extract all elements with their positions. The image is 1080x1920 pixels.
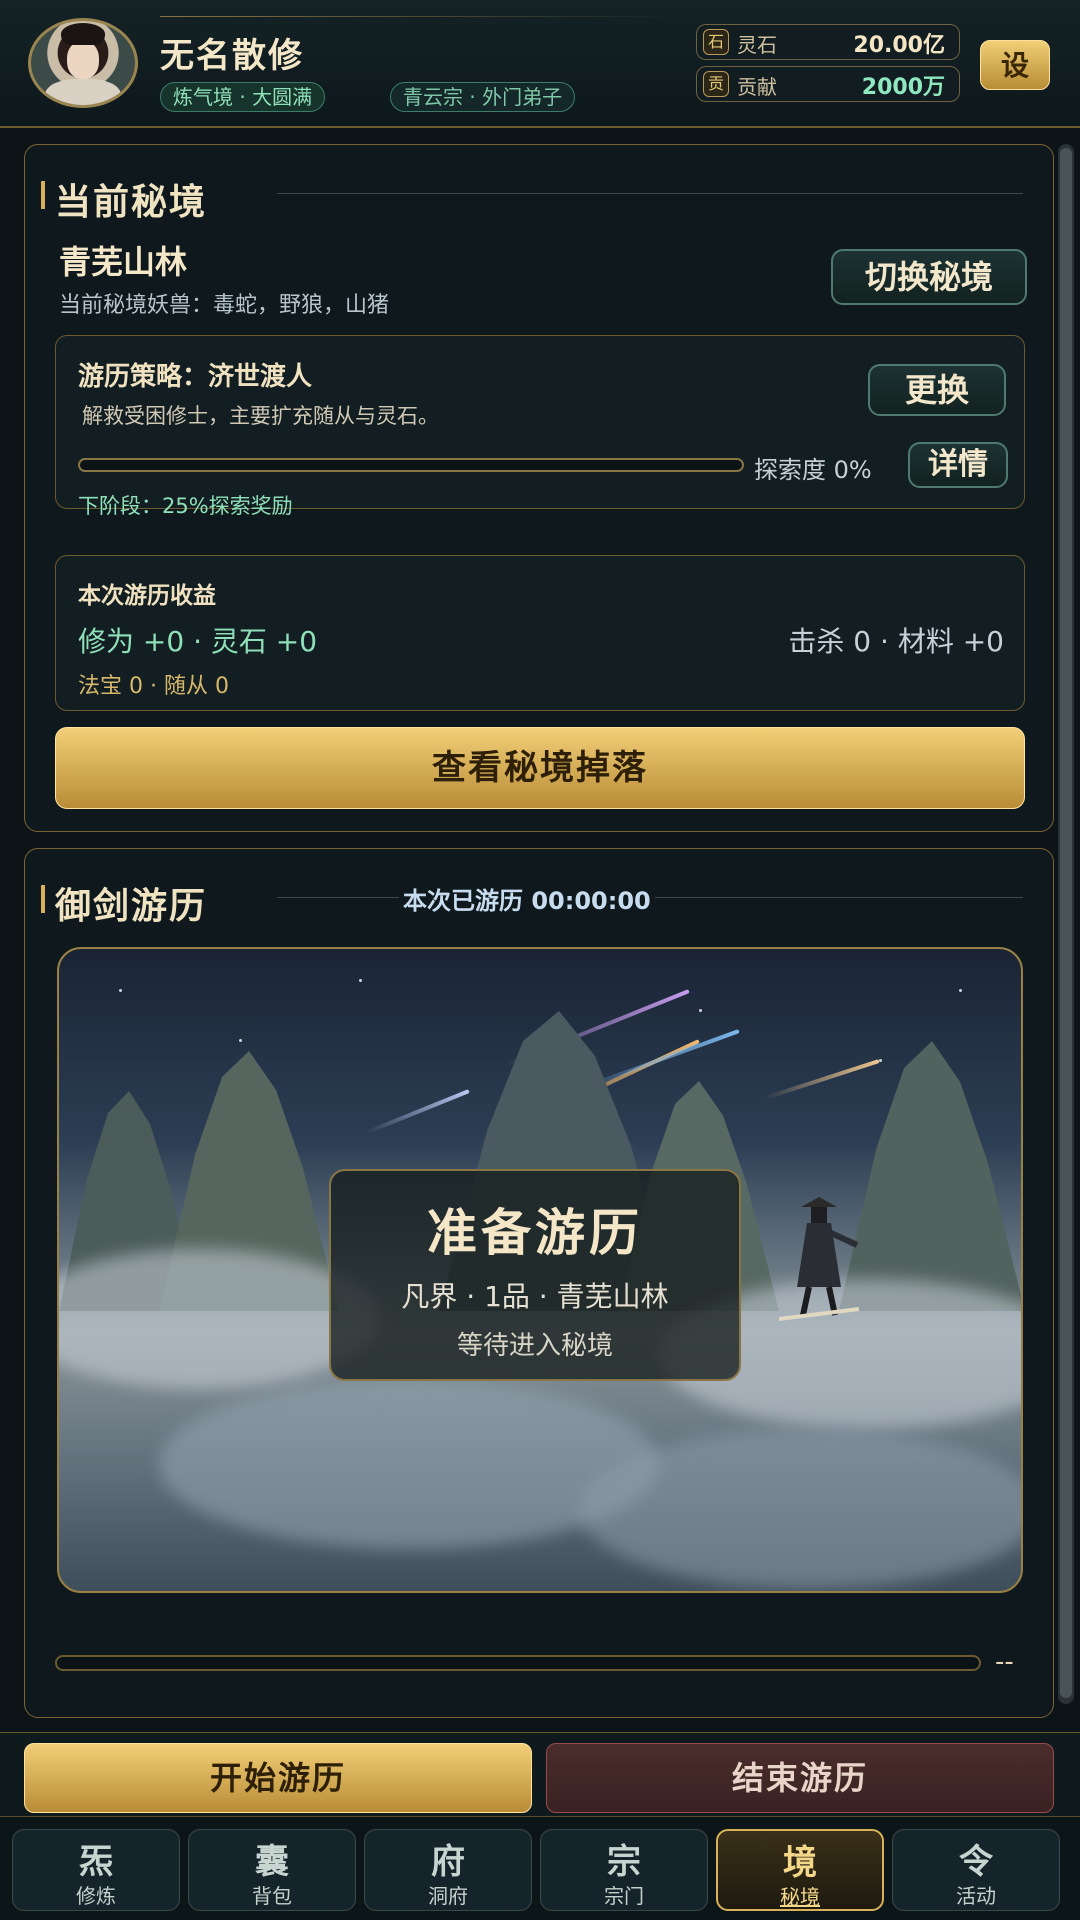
view-realm-drops-button[interactable]: 查看秘境掉落	[55, 727, 1025, 809]
current-secret-realm-panel: 当前秘境 青芜山林 当前秘境妖兽：毒蛇，野狼，山猪 切换秘境 游历策略：济世渡人…	[24, 144, 1054, 832]
journey-scene-illustration: 准备游历 凡界 · 1品 · 青芜山林 等待进入秘境	[57, 947, 1023, 1593]
spirit-stone-value: 20.00亿	[853, 33, 945, 58]
journey-status-message: 等待进入秘境	[456, 1331, 613, 1361]
strategy-description: 解救受困修士，主要扩充随从与灵石。	[82, 404, 439, 428]
avatar-hair	[61, 23, 105, 45]
top-header: 无名散修 炼气境 · 大圆满 青云宗 · 外门弟子 石 灵石 20.00亿 贡 …	[0, 0, 1080, 128]
meteor	[764, 1059, 880, 1100]
star	[119, 989, 122, 992]
contribution-label: 贡献	[737, 75, 777, 99]
bottom-nav: 炁 修炼 囊 背包 府 洞府 宗 宗门 境 秘境 令 活动	[0, 1816, 1080, 1920]
strategy-detail-button[interactable]: 详情	[908, 442, 1008, 488]
spirit-stone-icon: 石	[703, 29, 729, 55]
nav-item-cultivate[interactable]: 炁 修炼	[12, 1829, 180, 1911]
star	[359, 979, 362, 982]
bag-icon: 囊	[255, 1842, 289, 1882]
scrollbar-thumb[interactable]	[1060, 148, 1072, 1698]
journey-status-overlay: 准备游历 凡界 · 1品 · 青芜山林 等待进入秘境	[329, 1169, 741, 1381]
exploration-progress-bar	[78, 458, 744, 472]
realm-name: 青芜山林	[59, 243, 188, 281]
star	[239, 1039, 242, 1042]
strategy-card: 游历策略：济世渡人 解救受困修士，主要扩充随从与灵石。 更换 探索度 0% 详情…	[55, 335, 1025, 518]
section-divider	[277, 193, 1023, 194]
cultivate-icon: 炁	[79, 1842, 113, 1882]
section-title-current-realm: 当前秘境	[40, 173, 207, 225]
spirit-stone-label: 灵石	[737, 33, 777, 57]
cloud	[579, 1429, 1021, 1589]
journey-progress-bar	[55, 1655, 981, 1671]
realm-monsters: 当前秘境妖兽：毒蛇，野狼，山猪	[59, 293, 390, 318]
income-cultivation-stones: 修为 +0 · 灵石 +0	[78, 625, 318, 658]
avatar-robe	[45, 79, 121, 105]
mountain	[839, 1041, 1021, 1311]
switch-realm-button[interactable]: 切换秘境	[831, 249, 1027, 305]
avatar[interactable]	[28, 18, 138, 108]
journey-location: 凡界 · 1品 · 青芜山林	[401, 1280, 669, 1313]
next-stage-reward: 下阶段：25%探索奖励	[78, 494, 293, 518]
nav-label: 活动	[956, 1884, 996, 1908]
scrollbar[interactable]	[1058, 144, 1074, 1704]
action-bar: 开始游历 结束游历	[0, 1732, 1080, 1818]
avatar-face	[67, 41, 99, 79]
star	[699, 1009, 702, 1012]
activity-icon: 令	[959, 1842, 993, 1882]
start-journey-button[interactable]: 开始游历	[24, 1743, 532, 1813]
star	[959, 989, 962, 992]
nav-item-sect[interactable]: 宗 宗门	[540, 1829, 708, 1911]
journey-income-card: 本次游历收益 修为 +0 · 灵石 +0 击杀 0 · 材料 +0 法宝 0 ·…	[55, 555, 1025, 711]
contribution-icon: 贡	[703, 71, 729, 97]
nav-label: 洞府	[428, 1884, 468, 1908]
income-title: 本次游历收益	[78, 583, 216, 609]
star	[879, 1059, 882, 1062]
change-strategy-button[interactable]: 更换	[868, 364, 1006, 416]
nav-label: 宗门	[604, 1884, 644, 1908]
swordsman-figure	[779, 1197, 859, 1321]
spirit-stone-counter: 石 灵石 20.00亿	[696, 24, 960, 60]
header-divider	[160, 16, 674, 17]
secret-realm-icon: 境	[783, 1843, 817, 1883]
nav-item-secret-realm[interactable]: 境 秘境	[716, 1829, 884, 1911]
journey-timer: 本次已游历 00:00:00	[399, 881, 655, 916]
realm-badge: 炼气境 · 大圆满	[160, 82, 326, 112]
income-kills-materials: 击杀 0 · 材料 +0	[788, 625, 1004, 658]
exploration-percent: 探索度 0%	[754, 456, 872, 484]
contribution-value: 2000万	[861, 75, 945, 100]
meteor	[366, 1089, 470, 1135]
nav-item-activity[interactable]: 令 活动	[892, 1829, 1060, 1911]
contribution-counter: 贡 贡献 2000万	[696, 66, 960, 102]
end-journey-button[interactable]: 结束游历	[546, 1743, 1054, 1813]
player-name: 无名散修	[160, 36, 304, 76]
settings-button[interactable]: 设	[980, 40, 1050, 90]
nav-item-cave[interactable]: 府 洞府	[364, 1829, 532, 1911]
nav-label: 背包	[252, 1884, 292, 1908]
nav-label: 修炼	[76, 1884, 116, 1908]
sword-journey-panel: 御剑游历 本次已游历 00:00:00 准备游历 凡界 · 1品 · 青芜山林 …	[24, 848, 1054, 1718]
journey-progress-text: --	[995, 1647, 1014, 1677]
journey-status-title: 准备游历	[427, 1204, 643, 1262]
nav-label: 秘境	[780, 1885, 820, 1909]
section-title-sword-journey: 御剑游历	[40, 877, 207, 929]
cave-icon: 府	[431, 1842, 465, 1882]
nav-item-bag[interactable]: 囊 背包	[188, 1829, 356, 1911]
sect-icon: 宗	[607, 1842, 641, 1882]
sect-badge: 青云宗 · 外门弟子	[390, 82, 576, 112]
income-treasures-followers: 法宝 0 · 随从 0	[78, 674, 229, 699]
strategy-title: 游历策略：济世渡人	[78, 362, 313, 392]
